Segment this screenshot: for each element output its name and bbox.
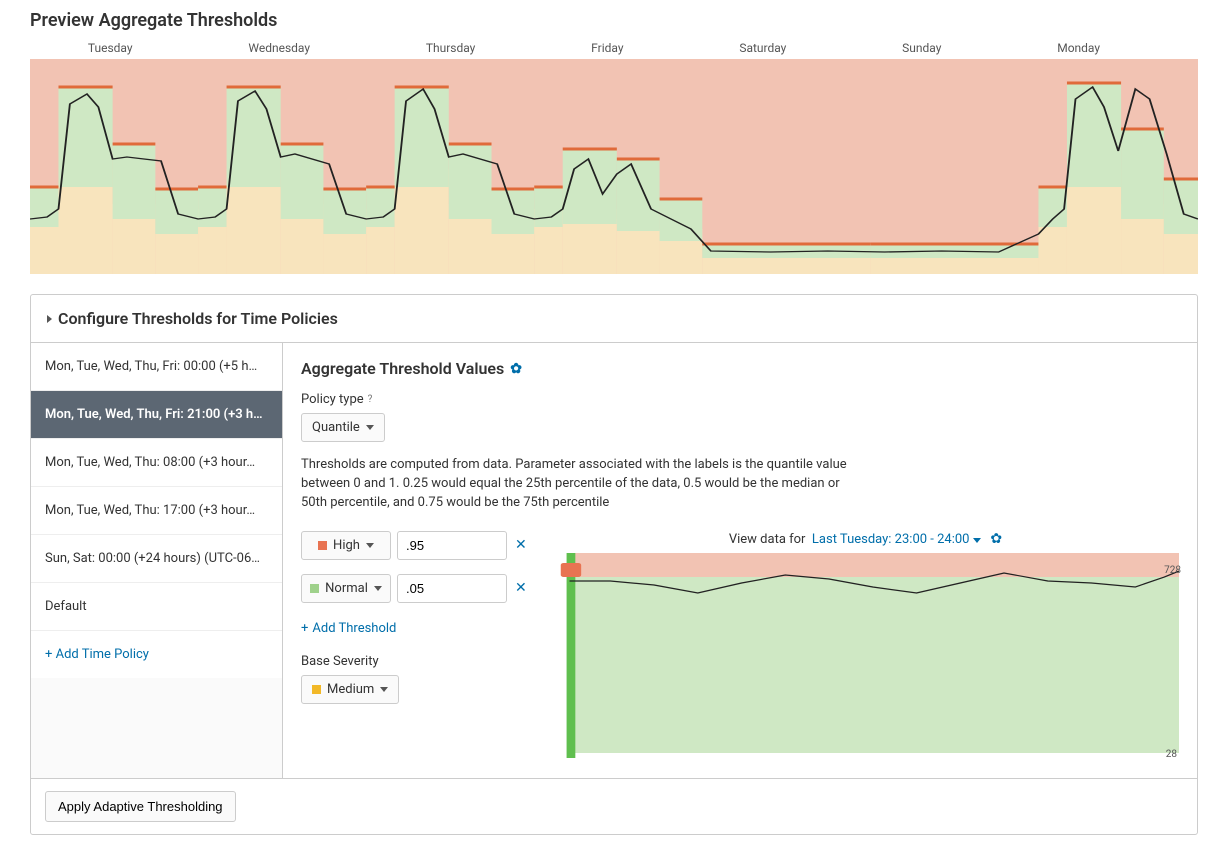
- threshold-level: Normal: [325, 581, 368, 596]
- threshold-value-input[interactable]: [397, 574, 507, 603]
- chevron-down-icon: [366, 425, 374, 430]
- day-label: Thursday: [426, 41, 476, 55]
- time-policy-item[interactable]: Sun, Sat: 00:00 (+24 hours) (UTC-06…: [31, 535, 282, 583]
- threshold-level-select[interactable]: Normal: [301, 574, 391, 603]
- time-policy-item[interactable]: Mon, Tue, Wed, Thu, Fri: 00:00 (+5 h…: [31, 343, 282, 391]
- threshold-row: High ✕: [301, 531, 536, 560]
- chevron-down-icon: [973, 538, 981, 543]
- plus-icon: +: [301, 621, 308, 636]
- mini-chart: 728 28: [552, 553, 1179, 758]
- gear-icon[interactable]: ✿: [510, 361, 522, 377]
- configure-header-label: Configure Thresholds for Time Policies: [58, 309, 338, 328]
- severity-color-icon: [318, 541, 327, 550]
- time-policy-list: Mon, Tue, Wed, Thu, Fri: 00:00 (+5 h… Mo…: [31, 343, 283, 778]
- mini-y-label: 728: [1164, 565, 1181, 576]
- policy-description: Thresholds are computed from data. Param…: [301, 456, 861, 513]
- time-policy-item[interactable]: Mon, Tue, Wed, Thu: 08:00 (+3 hour…: [31, 439, 282, 487]
- day-label: Sunday: [902, 41, 941, 55]
- gear-icon[interactable]: ✿: [990, 531, 1002, 547]
- remove-threshold-icon[interactable]: ✕: [513, 537, 529, 553]
- threshold-level-select[interactable]: High: [301, 531, 391, 560]
- add-threshold-label: Add Threshold: [312, 621, 396, 636]
- weekly-chart: Tuesday Wednesday Thursday Friday Saturd…: [30, 41, 1198, 274]
- time-policy-item[interactable]: Mon, Tue, Wed, Thu, Fri: 21:00 (+3 h…: [31, 391, 282, 439]
- base-severity-select[interactable]: Medium: [301, 675, 399, 704]
- policy-type-label: Policy type: [301, 392, 364, 407]
- weekly-chart-svg: [30, 59, 1198, 274]
- mini-x-end-label: 28: [1166, 749, 1177, 760]
- help-icon[interactable]: ?: [368, 394, 373, 405]
- mini-chart-svg: [552, 553, 1179, 758]
- add-time-policy-link[interactable]: + Add Time Policy: [31, 631, 282, 678]
- severity-color-icon: [312, 685, 321, 694]
- day-label: Friday: [591, 41, 623, 55]
- apply-button[interactable]: Apply Adaptive Thresholding: [45, 791, 236, 822]
- configure-header[interactable]: Configure Thresholds for Time Policies: [31, 295, 1197, 343]
- view-range-value: Last Tuesday: 23:00 - 24:00: [812, 532, 970, 547]
- time-policy-item[interactable]: Mon, Tue, Wed, Thu: 17:00 (+3 hour…: [31, 487, 282, 535]
- day-label: Wednesday: [248, 41, 310, 55]
- remove-threshold-icon[interactable]: ✕: [513, 580, 529, 596]
- chevron-down-icon: [380, 687, 388, 692]
- time-policy-item[interactable]: Default: [31, 583, 282, 631]
- threshold-values-section: Aggregate Threshold Values ✿ Policy type…: [283, 343, 1197, 778]
- base-severity-value: Medium: [327, 682, 374, 697]
- preview-title: Preview Aggregate Thresholds: [30, 10, 1198, 31]
- section-title: Aggregate Threshold Values: [301, 359, 504, 378]
- view-data-label: View data for: [729, 532, 806, 547]
- base-severity-label: Base Severity: [301, 654, 536, 669]
- chevron-down-icon: [366, 543, 374, 548]
- thresholds-column: High ✕ Normal ✕: [301, 531, 536, 758]
- panel-footer: Apply Adaptive Thresholding: [31, 778, 1197, 834]
- threshold-value-input[interactable]: [397, 531, 507, 560]
- configure-panel: Configure Thresholds for Time Policies M…: [30, 294, 1198, 835]
- day-label: Monday: [1057, 41, 1100, 55]
- threshold-level: High: [333, 538, 360, 553]
- threshold-row: Normal ✕: [301, 574, 536, 603]
- day-label: Tuesday: [88, 41, 133, 55]
- mini-chart-column: View data for Last Tuesday: 23:00 - 24:0…: [552, 531, 1179, 758]
- day-labels: Tuesday Wednesday Thursday Friday Saturd…: [30, 41, 1198, 59]
- policy-type-value: Quantile: [312, 420, 360, 435]
- severity-color-icon: [310, 584, 319, 593]
- policy-type-select[interactable]: Quantile: [301, 413, 385, 442]
- chevron-down-icon: [374, 586, 382, 591]
- add-threshold-link[interactable]: + Add Threshold: [301, 621, 396, 636]
- view-range-select[interactable]: Last Tuesday: 23:00 - 24:00: [812, 532, 984, 547]
- day-label: Saturday: [739, 41, 786, 55]
- chevron-right-icon: [47, 315, 52, 323]
